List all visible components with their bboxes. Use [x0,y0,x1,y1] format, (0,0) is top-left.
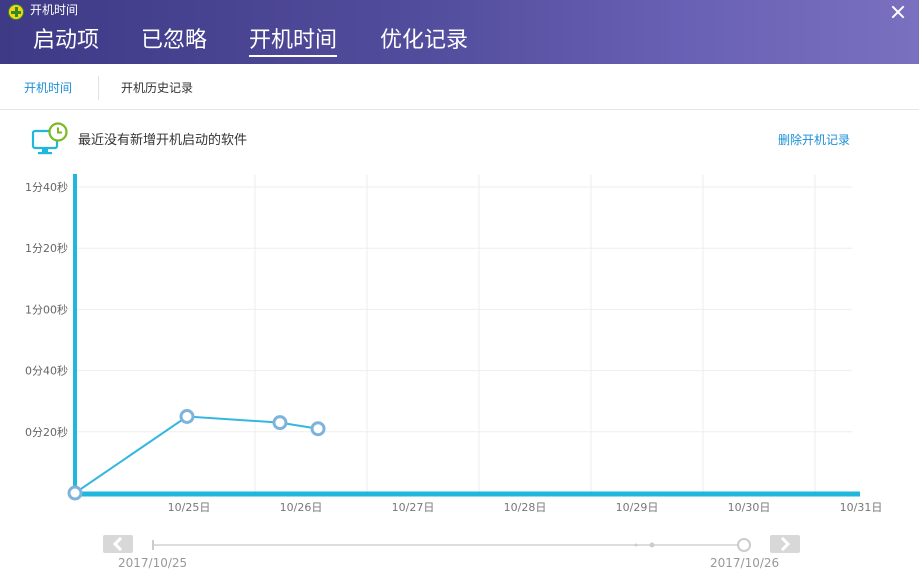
chart-grid [75,175,852,493]
range-start-label: 2017/10/25 [118,556,188,570]
range-next-button[interactable] [770,535,800,553]
y-axis-labels: 0分20秒 0分40秒 1分00秒 1分20秒 1分40秒 [25,180,68,439]
slider-tick [649,542,655,548]
y-tick-label: 1分40秒 [25,180,68,194]
x-tick-label: 10/30日 [728,501,771,514]
range-prev-button[interactable] [103,535,133,553]
y-tick-label: 0分20秒 [25,425,68,439]
chart-series [67,409,326,501]
data-point [67,485,83,501]
chevron-right-icon [775,536,791,552]
slider-tick [634,543,638,547]
range-end-label: 2017/10/26 [710,556,780,570]
x-tick-label: 10/31日 [840,501,883,514]
x-tick-label: 10/27日 [392,501,435,514]
data-point [272,415,288,431]
chart-axes [73,174,860,497]
x-tick-label: 10/26日 [280,501,323,514]
x-tick-label: 10/29日 [616,501,659,514]
x-axis-labels: 10/25日 10/26日 10/27日 10/28日 10/29日 10/30日 10/3… [168,501,883,514]
range-slider[interactable] [152,538,751,552]
y-tick-label: 1分20秒 [25,241,68,255]
data-point [179,409,195,424]
x-tick-label: 10/25日 [168,501,211,514]
boot-time-chart: 0分20秒0分40秒1分00秒1分20秒1分40秒 10/25日 10/26日 10… [25,174,883,552]
data-point [310,421,326,437]
x-tick-label: 10/28日 [504,501,547,514]
chevron-left-icon [112,536,128,552]
y-tick-label: 1分00秒 [25,302,68,316]
y-tick-label: 0分40秒 [25,364,68,378]
slider-end-handle [737,538,751,552]
